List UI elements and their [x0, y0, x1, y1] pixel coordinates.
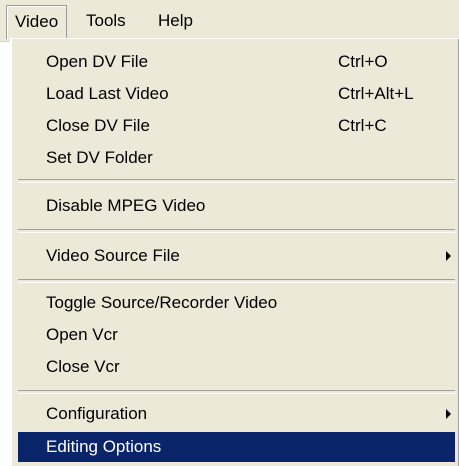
menu-item-toggle-source-recorder-video[interactable]: Toggle Source/Recorder Video	[18, 288, 455, 318]
menu-item-video-source-file[interactable]: Video Source File	[18, 241, 455, 271]
menu-item-set-dv-folder[interactable]: Set DV Folder	[18, 143, 455, 173]
menu-video[interactable]: Video	[6, 5, 68, 39]
menu-bar: Video Tools Help	[0, 0, 459, 42]
menu-item-open-dv-file[interactable]: Open DV File Ctrl+O	[18, 47, 455, 77]
menu-help[interactable]: Help	[150, 5, 201, 39]
menu-item-label: Set DV Folder	[46, 148, 153, 167]
menu-separator	[18, 390, 455, 394]
menu-item-disable-mpeg-video[interactable]: Disable MPEG Video	[18, 191, 455, 221]
menu-item-close-dv-file[interactable]: Close DV File Ctrl+C	[18, 111, 455, 141]
menu-item-editing-options[interactable]: Editing Options	[18, 432, 455, 462]
video-dropdown-menu: Open DV File Ctrl+O Load Last Video Ctrl…	[10, 38, 459, 466]
menu-item-label: Load Last Video	[46, 84, 169, 103]
menu-item-label: Video Source File	[46, 246, 180, 265]
menu-item-label: Configuration	[46, 404, 148, 423]
menu-item-shortcut: Ctrl+Alt+L	[338, 84, 414, 103]
menu-item-shortcut: Ctrl+O	[338, 52, 388, 71]
menu-tools[interactable]: Tools	[78, 5, 134, 39]
submenu-arrow-icon	[446, 251, 451, 261]
menu-separator	[18, 229, 455, 233]
menu-item-label: Open Vcr	[46, 325, 118, 344]
menu-item-configuration[interactable]: Configuration	[18, 399, 455, 429]
menu-item-open-vcr[interactable]: Open Vcr	[18, 320, 455, 350]
menu-item-label: Open DV File	[46, 52, 149, 71]
menu-item-close-vcr[interactable]: Close Vcr	[18, 352, 455, 382]
menu-separator	[18, 179, 455, 183]
menu-item-label: Toggle Source/Recorder Video	[46, 293, 278, 312]
menu-item-load-last-video[interactable]: Load Last Video Ctrl+Alt+L	[18, 79, 455, 109]
menu-item-label: Disable MPEG Video	[46, 196, 206, 215]
menu-separator	[18, 279, 455, 283]
menu-item-shortcut: Ctrl+C	[338, 116, 387, 135]
menu-item-label: Close DV File	[46, 116, 150, 135]
menu-item-label: Editing Options	[46, 437, 162, 456]
menu-item-label: Close Vcr	[46, 357, 120, 376]
submenu-arrow-icon	[446, 409, 451, 419]
